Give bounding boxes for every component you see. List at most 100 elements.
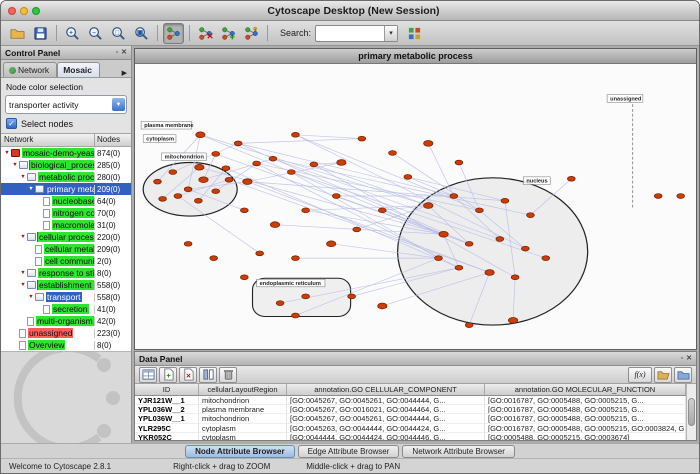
network-node[interactable] bbox=[174, 194, 182, 199]
network-node[interactable] bbox=[302, 294, 310, 299]
search-input[interactable] bbox=[316, 27, 384, 39]
network-node[interactable] bbox=[542, 256, 550, 261]
network-node[interactable] bbox=[159, 196, 167, 201]
network-node[interactable] bbox=[169, 170, 177, 175]
expander-icon[interactable]: ▼ bbox=[11, 162, 19, 168]
table-row[interactable]: YLR295Ccytoplasm[GO:0045263, GO:0044444,… bbox=[135, 424, 686, 433]
table-row[interactable]: YJR121W__1mitochondrion[GO:0045267, GO:0… bbox=[135, 396, 686, 405]
expander-icon[interactable]: ▼ bbox=[19, 234, 27, 240]
network-node[interactable] bbox=[212, 189, 220, 194]
tree-row[interactable]: ▼primary metabolic process209(0) bbox=[1, 183, 131, 195]
destroy-network-icon[interactable]: ✕ bbox=[195, 23, 216, 44]
float-data-panel-icon[interactable]: ▫ bbox=[681, 355, 683, 363]
network-node[interactable] bbox=[435, 256, 443, 261]
tree-row[interactable]: macromolecule metabolic31(0) bbox=[1, 219, 131, 231]
network-node[interactable] bbox=[199, 177, 208, 183]
network-node[interactable] bbox=[256, 251, 264, 256]
scrollbar-thumb[interactable] bbox=[688, 398, 695, 426]
create-attribute-icon[interactable]: + bbox=[159, 367, 177, 383]
network-node[interactable] bbox=[337, 160, 346, 166]
node-color-dropdown[interactable]: transporter activity ▼ bbox=[5, 95, 127, 114]
network-node[interactable] bbox=[389, 151, 397, 156]
network-node[interactable] bbox=[424, 203, 433, 209]
network-node[interactable] bbox=[222, 166, 230, 171]
network-node[interactable] bbox=[184, 187, 192, 192]
network-node[interactable] bbox=[465, 323, 473, 328]
tree-row[interactable]: nitrogen compound metabolic70(0) bbox=[1, 207, 131, 219]
network-edge[interactable] bbox=[238, 143, 454, 196]
new-network-icon[interactable] bbox=[241, 23, 262, 44]
export-attributes-icon[interactable] bbox=[674, 367, 692, 383]
network-node[interactable] bbox=[455, 160, 463, 165]
network-node[interactable] bbox=[292, 313, 300, 318]
network-node[interactable] bbox=[287, 170, 295, 175]
tree-row[interactable]: Overview8(0) bbox=[1, 339, 131, 351]
column-header[interactable]: annotation.GO MOLECULAR_FUNCTION bbox=[485, 384, 686, 396]
table-row[interactable]: YPL036W__2plasma membrane[GO:0045267, GO… bbox=[135, 405, 686, 414]
network-view-title[interactable]: primary metabolic process bbox=[135, 49, 696, 64]
expander-icon[interactable]: ▼ bbox=[19, 270, 27, 276]
import-attributes-icon[interactable] bbox=[654, 367, 672, 383]
network-node[interactable] bbox=[240, 275, 248, 280]
delete-attribute-icon[interactable]: ✕ bbox=[179, 367, 197, 383]
show-graphics-details-icon[interactable] bbox=[163, 23, 184, 44]
network-graph[interactable]: plasma membranecytoplasmmitochondrionnuc… bbox=[135, 64, 696, 349]
zoom-button[interactable] bbox=[32, 7, 40, 15]
network-node[interactable] bbox=[196, 132, 205, 138]
network-node[interactable] bbox=[465, 241, 473, 246]
network-canvas[interactable]: plasma membranecytoplasmmitochondrionnuc… bbox=[135, 64, 696, 349]
minimize-button[interactable] bbox=[20, 7, 28, 15]
tree-row[interactable]: cellular metabolic process209(0) bbox=[1, 243, 131, 255]
tree-row[interactable]: ▼metabolic process280(0) bbox=[1, 171, 131, 183]
tab-edge-attribute-browser[interactable]: Edge Attribute Browser bbox=[298, 445, 400, 458]
create-network-view-icon[interactable]: + bbox=[218, 23, 239, 44]
network-node[interactable] bbox=[269, 156, 277, 161]
network-node[interactable] bbox=[348, 294, 356, 299]
network-node[interactable] bbox=[253, 161, 261, 166]
network-edge[interactable] bbox=[428, 143, 454, 196]
network-node[interactable] bbox=[154, 179, 162, 184]
network-node[interactable] bbox=[358, 136, 366, 141]
select-attributes-icon[interactable] bbox=[139, 367, 157, 383]
network-node[interactable] bbox=[326, 241, 335, 247]
select-columns-icon[interactable] bbox=[199, 367, 217, 383]
open-session-icon[interactable] bbox=[7, 23, 28, 44]
network-node[interactable] bbox=[439, 231, 448, 237]
network-node[interactable] bbox=[455, 265, 463, 270]
close-data-panel-icon[interactable]: ✕ bbox=[686, 355, 692, 363]
zoom-fit-icon[interactable]: ▣ bbox=[131, 23, 152, 44]
float-panel-icon[interactable]: ▫ bbox=[116, 49, 118, 57]
network-node[interactable] bbox=[225, 177, 233, 182]
network-node[interactable] bbox=[567, 176, 575, 181]
network-node[interactable] bbox=[310, 162, 318, 167]
tree-row[interactable]: ▼biological_process285(0) bbox=[1, 159, 131, 171]
network-edge[interactable] bbox=[238, 139, 362, 144]
network-node[interactable] bbox=[496, 237, 504, 242]
network-node[interactable] bbox=[475, 208, 483, 213]
network-node[interactable] bbox=[521, 246, 529, 251]
network-edge[interactable] bbox=[295, 135, 361, 139]
search-dropdown-icon[interactable]: ▾ bbox=[384, 26, 397, 41]
tree-row[interactable]: ▼mosaic-demo-yeast874(0) bbox=[1, 147, 131, 159]
close-panel-icon[interactable]: ✕ bbox=[121, 49, 127, 57]
expander-icon[interactable]: ▼ bbox=[3, 150, 11, 156]
formula-builder-icon[interactable]: f(x) bbox=[628, 367, 652, 383]
network-node[interactable] bbox=[184, 241, 192, 246]
network-node[interactable] bbox=[654, 194, 662, 199]
tree-row[interactable]: ▼cellular process220(0) bbox=[1, 231, 131, 243]
network-node[interactable] bbox=[424, 140, 433, 146]
network-node[interactable] bbox=[485, 270, 494, 276]
zoom-out-icon[interactable]: – bbox=[85, 23, 106, 44]
network-node[interactable] bbox=[508, 317, 517, 323]
column-header[interactable]: annotation.GO CELLULAR_COMPONENT bbox=[287, 384, 485, 396]
tab-mosaic[interactable]: Mosaic bbox=[57, 62, 100, 77]
network-overview-icon[interactable] bbox=[404, 23, 425, 44]
network-node[interactable] bbox=[292, 132, 300, 137]
tree-row[interactable]: ▼establishment of localization558(0) bbox=[1, 279, 131, 291]
network-node[interactable] bbox=[378, 208, 386, 213]
column-header[interactable]: ID bbox=[135, 384, 199, 396]
tree-row[interactable]: nucleobase metabolic process64(0) bbox=[1, 195, 131, 207]
network-node[interactable] bbox=[511, 275, 519, 280]
network-edge[interactable] bbox=[306, 206, 429, 211]
table-row[interactable]: YPL036W__1mitochondrion[GO:0045267, GO:0… bbox=[135, 414, 686, 423]
